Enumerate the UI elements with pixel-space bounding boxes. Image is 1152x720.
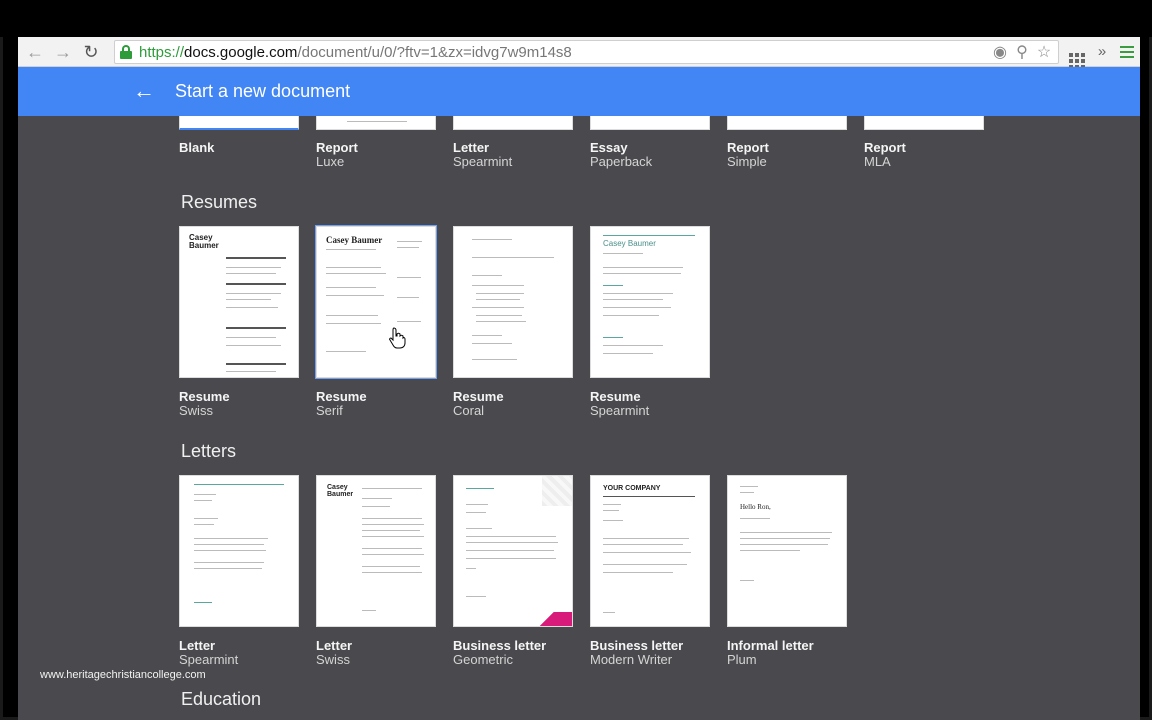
template-tile-report-simple[interactable]: [727, 116, 847, 130]
template-tile-resume-spearmint[interactable]: Casey Baumer: [590, 226, 710, 378]
template-style: Modern Writer: [590, 652, 673, 667]
template-style: Coral: [453, 403, 485, 418]
template-name: Resume: [453, 389, 504, 404]
top-bezel: [0, 0, 1152, 37]
preview-title: Casey Baumer: [327, 484, 354, 498]
template-name: Resume: [590, 389, 641, 404]
template-style: Swiss: [316, 652, 350, 667]
extensions-overflow-icon[interactable]: »: [1091, 41, 1113, 63]
template-style: MLA: [864, 154, 891, 169]
template-name: Report: [864, 140, 906, 155]
template-tile-report-luxe[interactable]: [316, 116, 436, 130]
browser-window: ← → ↻ https://docs.google.com/document/u…: [18, 37, 1140, 720]
template-style: Spearmint: [590, 403, 650, 418]
browser-toolbar: ← → ↻ https://docs.google.com/document/u…: [18, 37, 1140, 69]
template-style: Paperback: [590, 154, 653, 169]
preview-title: Hello Ron,: [740, 503, 771, 511]
preview-title: Casey Baumer: [189, 233, 219, 250]
url-host: docs.google.com: [184, 44, 298, 61]
template-tile-business-letter-modern-writer[interactable]: YOUR COMPANY: [590, 475, 710, 627]
watermark-text: www.heritagechristiancollege.com: [40, 669, 206, 681]
section-title-resumes: Resumes: [181, 192, 258, 212]
preview-title: Casey Baumer: [603, 239, 656, 248]
template-name: Informal letter: [727, 638, 814, 653]
back-arrow-icon[interactable]: ←: [132, 79, 156, 103]
template-style: Plum: [727, 652, 757, 667]
menu-icon[interactable]: [1116, 41, 1138, 63]
template-tile-letter-swiss[interactable]: Casey Baumer: [316, 475, 436, 627]
back-icon[interactable]: ←: [24, 41, 46, 63]
apps-icon[interactable]: [1066, 41, 1088, 69]
star-icon[interactable]: ☆: [1034, 43, 1054, 63]
template-name: Letter: [453, 140, 490, 155]
template-style: Swiss: [179, 403, 213, 418]
template-tile-letter-spearmint[interactable]: [179, 475, 299, 627]
template-style: Serif: [316, 403, 343, 418]
preview-title: YOUR COMPANY: [603, 485, 661, 492]
lock-icon: [120, 45, 132, 59]
template-tile-letter-spearmint[interactable]: [453, 116, 573, 130]
template-tile-business-letter-geometric[interactable]: [453, 475, 573, 627]
docs-header: ← Start a new document: [18, 67, 1140, 116]
template-name: Business letter: [590, 638, 684, 653]
template-gallery: Blank Report Luxe Letter Spearmint Essay…: [18, 116, 1140, 720]
template-name: Resume: [316, 389, 367, 404]
hand-cursor-icon: [389, 327, 406, 349]
template-name: Blank: [179, 140, 215, 155]
template-name: Report: [727, 140, 769, 155]
template-style: Luxe: [316, 154, 345, 169]
template-tile-resume-serif[interactable]: Casey Baumer: [315, 225, 437, 379]
template-name: Letter: [316, 638, 353, 653]
template-tile-essay-paperback[interactable]: [590, 116, 710, 130]
template-name: Essay: [590, 140, 628, 155]
template-tile-blank[interactable]: [179, 116, 299, 130]
url-path: /document/u/0/?ftv=1&zx=idvg7w9m14s8: [297, 44, 572, 61]
address-bar[interactable]: https://docs.google.com/document/u/0/?ft…: [114, 40, 1059, 64]
template-style: Spearmint: [453, 154, 513, 169]
preview-title: Casey Baumer: [326, 235, 383, 245]
template-tile-resume-swiss[interactable]: Casey Baumer: [179, 226, 299, 378]
template-style: Geometric: [453, 652, 513, 667]
url-scheme: https://: [139, 44, 185, 61]
section-title-letters: Letters: [181, 441, 237, 461]
template-style: Spearmint: [179, 652, 239, 667]
template-name: Resume: [179, 389, 230, 404]
section-title-education: Education: [181, 689, 262, 709]
lightbulb-icon[interactable]: ◉: [990, 43, 1010, 63]
template-name: Letter: [179, 638, 216, 653]
template-tile-informal-letter-plum[interactable]: Hello Ron,: [727, 475, 847, 627]
zoom-icon[interactable]: ⚲: [1012, 43, 1032, 63]
forward-icon[interactable]: →: [52, 41, 74, 63]
template-name: Report: [316, 140, 358, 155]
template-tile-report-mla[interactable]: [864, 116, 984, 130]
template-tile-resume-coral[interactable]: [453, 226, 573, 378]
template-style: Simple: [727, 154, 767, 169]
url-text[interactable]: https://docs.google.com/document/u/0/?ft…: [139, 43, 572, 63]
page-title: Start a new document: [175, 81, 351, 101]
reload-icon[interactable]: ↻: [80, 41, 102, 63]
template-name: Business letter: [453, 638, 547, 653]
